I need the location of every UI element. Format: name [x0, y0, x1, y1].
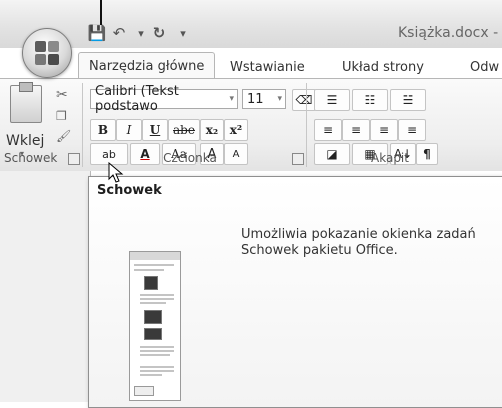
document-title: Książka.docx -: [398, 25, 499, 41]
tooltip-description: Umożliwia pokazanie okienka zadań Schowe…: [241, 227, 476, 258]
clipboard-launcher-icon[interactable]: [68, 153, 80, 165]
cut-icon[interactable]: ✂: [56, 87, 68, 103]
subscript-button[interactable]: x₂: [200, 119, 224, 141]
customize-icon[interactable]: ▾: [172, 22, 194, 44]
tab-insert[interactable]: Wstawianie: [230, 56, 305, 78]
tab-page-layout[interactable]: Układ strony: [342, 56, 424, 78]
paste-icon[interactable]: [10, 82, 42, 123]
thumbnail-options-button: [134, 386, 154, 396]
thumbnail-image: [144, 276, 158, 290]
group-divider: [82, 83, 83, 167]
tab-review[interactable]: Odw: [470, 56, 499, 78]
align-center-icon[interactable]: ≡: [342, 119, 370, 141]
paste-button[interactable]: Wklej: [6, 133, 44, 149]
ribbon: Wklej ▾ ✂ ❐ 🖌 Schowek Calibri (Tekst pod…: [0, 78, 502, 172]
italic-button[interactable]: I: [116, 119, 142, 141]
underline-button[interactable]: U: [142, 119, 168, 141]
tooltip-title: Schowek: [97, 183, 162, 198]
save-icon[interactable]: 💾: [86, 22, 108, 44]
format-painter-icon[interactable]: 🖌: [56, 129, 71, 143]
thumbnail-image: [144, 310, 162, 324]
align-left-icon[interactable]: ≡: [314, 119, 342, 141]
tab-home[interactable]: Narzędzia główne: [78, 52, 216, 80]
thumbnail-image: [144, 328, 162, 340]
align-right-icon[interactable]: ≡: [370, 119, 398, 141]
justify-icon[interactable]: ≡: [398, 119, 426, 141]
bullets-icon[interactable]: ☰: [314, 89, 350, 111]
multilevel-list-icon[interactable]: ☱: [390, 89, 426, 111]
mouse-pointer-icon: [108, 162, 124, 183]
font-name-value: Calibri (Tekst podstawo: [95, 84, 179, 114]
office-logo-icon: [35, 41, 59, 65]
clipboard-group-label: Schowek: [4, 151, 58, 165]
undo-icon[interactable]: ↶: [108, 22, 130, 44]
text-cursor-line: [100, 0, 102, 25]
clear-format-icon[interactable]: ⌫: [292, 89, 316, 111]
ribbon-tabs: Narzędzia główne Wstawianie Układ strony…: [0, 48, 502, 80]
title-bar: 💾 ↶ ▾ ↻ ▾ Książka.docx -: [0, 0, 502, 48]
font-size-combo[interactable]: 11 ▾: [242, 89, 286, 109]
thumbnail-header: [130, 252, 180, 260]
numbering-icon[interactable]: ☷: [352, 89, 388, 111]
redo-icon[interactable]: ↻: [148, 22, 170, 44]
font-launcher-icon[interactable]: [292, 153, 304, 165]
bold-button[interactable]: B: [90, 119, 116, 141]
copy-icon[interactable]: ❐: [56, 109, 67, 123]
group-divider: [306, 83, 307, 167]
superscript-button[interactable]: x²: [224, 119, 248, 141]
font-name-combo[interactable]: Calibri (Tekst podstawo ▾: [90, 84, 238, 114]
strikethrough-button[interactable]: abe: [168, 119, 200, 141]
paragraph-group-label: Akapit: [371, 151, 409, 165]
office-button[interactable]: [22, 28, 72, 78]
clipboard-pane-thumbnail: [129, 251, 181, 401]
tooltip: Schowek Umożliwia pokazanie okienka zada…: [88, 176, 502, 408]
chevron-down-icon: ▾: [277, 94, 282, 104]
chevron-down-icon: ▾: [229, 94, 234, 104]
font-size-value: 11: [247, 91, 264, 107]
